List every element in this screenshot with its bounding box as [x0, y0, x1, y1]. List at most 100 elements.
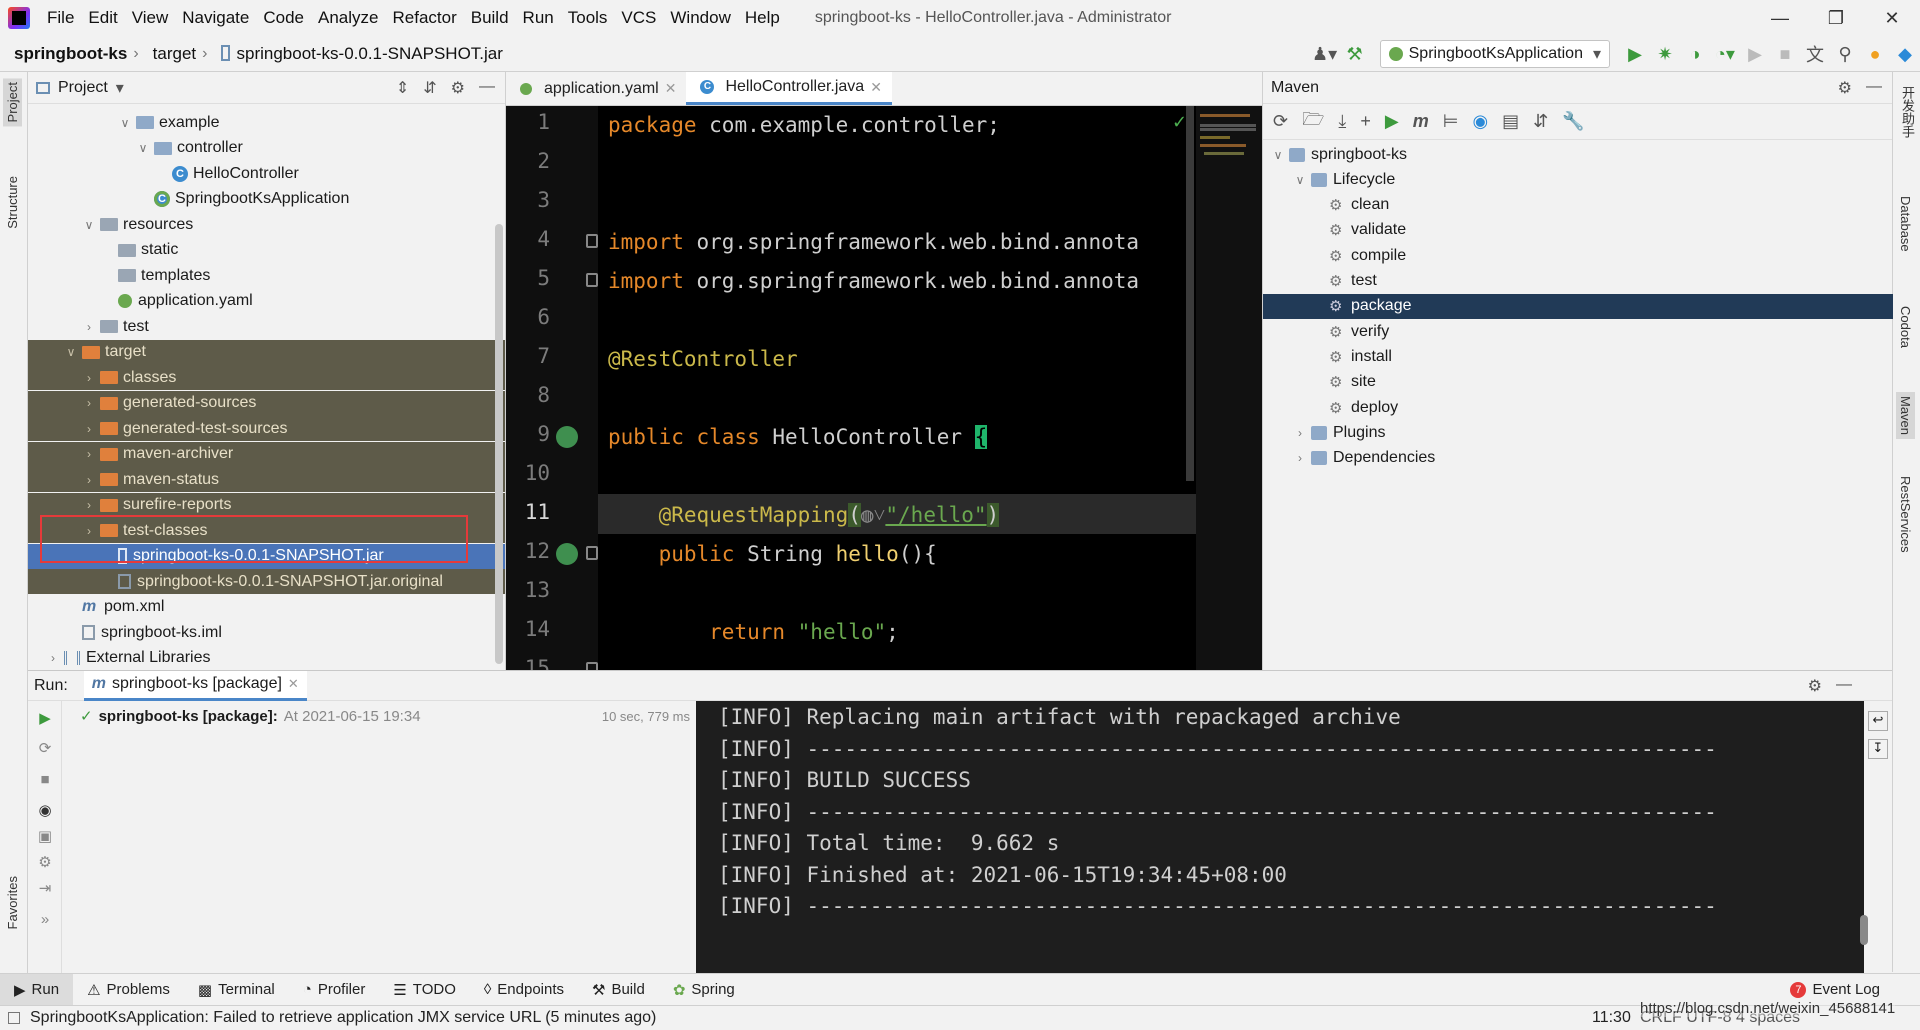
- menu-refactor[interactable]: Refactor: [385, 8, 463, 28]
- tab-application-yaml[interactable]: application.yaml ✕: [506, 72, 686, 105]
- chevron-down-icon[interactable]: ∨: [118, 116, 132, 130]
- chevron-right-icon[interactable]: ›: [1293, 426, 1307, 440]
- line-number[interactable]: 8: [506, 383, 550, 407]
- chevron-down-icon[interactable]: ▾: [116, 78, 124, 98]
- maven-phase-test[interactable]: ⚙ test: [1263, 269, 1893, 294]
- maven-phase-verify[interactable]: ⚙ verify: [1263, 319, 1893, 344]
- tab-todo[interactable]: ☰ TODO: [379, 974, 470, 1006]
- minimize-button[interactable]: —: [1752, 0, 1808, 36]
- generate-sources-icon[interactable]: 🗁: [1302, 107, 1324, 137]
- menu-run[interactable]: Run: [516, 8, 561, 28]
- fold-marker-icon[interactable]: [586, 234, 598, 248]
- collapse-all-icon[interactable]: ⇵: [423, 78, 436, 98]
- tree-item-hellocontroller[interactable]: C HelloController: [28, 161, 505, 186]
- tree-item-external-libraries[interactable]: › External Libraries: [28, 646, 505, 671]
- line-number[interactable]: 3: [506, 188, 550, 212]
- status-square-icon[interactable]: [8, 1012, 20, 1024]
- chevron-right-icon[interactable]: ›: [82, 422, 96, 436]
- project-scrollbar[interactable]: [495, 224, 503, 664]
- maven-phase-install[interactable]: ⚙ install: [1263, 344, 1893, 369]
- execute-goal-icon[interactable]: m: [1413, 111, 1429, 132]
- line-number[interactable]: 2: [506, 149, 550, 173]
- fold-marker-icon[interactable]: [586, 546, 598, 560]
- run-maven-icon[interactable]: ▶: [1385, 111, 1399, 132]
- tree-item-templates[interactable]: templates: [28, 263, 505, 288]
- tab-structure[interactable]: Structure: [3, 172, 22, 233]
- tab-database[interactable]: Database: [1896, 192, 1915, 256]
- menu-window[interactable]: Window: [663, 8, 737, 28]
- chevron-right-icon[interactable]: ›: [82, 396, 96, 410]
- tree-item-maven-status[interactable]: › maven-status: [28, 467, 505, 492]
- search-icon[interactable]: ⚲: [1830, 39, 1860, 69]
- chevron-down-icon[interactable]: ∨: [82, 218, 96, 232]
- coverage-icon[interactable]: ◑: [1680, 39, 1710, 69]
- chevron-right-icon[interactable]: ›: [46, 651, 60, 665]
- run-config-select[interactable]: SpringbootKsApplication ▾: [1379, 40, 1610, 68]
- exit-icon[interactable]: ⇥: [36, 879, 54, 897]
- eye-icon[interactable]: ◉: [36, 801, 54, 819]
- project-panel-title[interactable]: Project: [58, 79, 108, 97]
- rerun-failed-icon[interactable]: ⟳: [36, 739, 54, 757]
- line-number[interactable]: 1: [506, 110, 550, 134]
- chevron-down-icon[interactable]: ∨: [64, 345, 78, 359]
- menu-edit[interactable]: Edit: [81, 8, 124, 28]
- maven-phase-clean[interactable]: ⚙ clean: [1263, 193, 1893, 218]
- menu-analyze[interactable]: Analyze: [311, 8, 385, 28]
- run-icon[interactable]: ▶: [1620, 39, 1650, 69]
- request-mapping-gutter-icon[interactable]: [556, 543, 578, 565]
- tree-item-springbootksapplication[interactable]: C SpringbootKsApplication: [28, 187, 505, 212]
- tab-build[interactable]: ⚒ Build: [578, 974, 659, 1006]
- translate-icon[interactable]: 文: [1800, 39, 1830, 69]
- cursor-position[interactable]: 11:30: [1592, 1009, 1631, 1027]
- close-icon[interactable]: ✕: [288, 676, 299, 692]
- line-number[interactable]: 10: [506, 461, 550, 485]
- line-number[interactable]: 9: [506, 422, 550, 446]
- tab-dev-assistant[interactable]: 开发助手: [1896, 82, 1919, 142]
- breadcrumb-folder[interactable]: target: [139, 44, 196, 64]
- resume-icon[interactable]: ▶: [1740, 39, 1770, 69]
- tab-spring[interactable]: ✿ Spring: [659, 974, 749, 1006]
- line-number[interactable]: 6: [506, 305, 550, 329]
- menu-view[interactable]: View: [125, 8, 176, 28]
- breadcrumb-project[interactable]: springboot-ks: [0, 44, 127, 64]
- tree-item-static[interactable]: static: [28, 238, 505, 263]
- console-scrollbar[interactable]: [1860, 915, 1868, 945]
- chevron-right-icon[interactable]: ›: [82, 473, 96, 487]
- maven-phase-validate[interactable]: ⚙ validate: [1263, 218, 1893, 243]
- chevron-right-icon[interactable]: ›: [82, 371, 96, 385]
- tab-hellocontroller-java[interactable]: C HelloController.java ✕: [686, 72, 892, 105]
- tree-item-surefire-reports[interactable]: › surefire-reports: [28, 492, 505, 518]
- debug-icon[interactable]: ✷: [1650, 39, 1680, 69]
- close-icon[interactable]: ✕: [665, 80, 677, 97]
- more-icon[interactable]: »: [36, 911, 54, 929]
- line-number[interactable]: 7: [506, 344, 550, 368]
- download-icon[interactable]: ⤓: [1338, 111, 1346, 132]
- chevron-right-icon[interactable]: ›: [1293, 451, 1307, 465]
- skip-tests-icon[interactable]: ◉: [1472, 111, 1488, 132]
- run-tab[interactable]: m springboot-ks [package] ✕: [83, 670, 307, 701]
- wrench-icon[interactable]: 🔧: [1562, 111, 1584, 132]
- chevron-right-icon[interactable]: ›: [82, 498, 96, 512]
- camera-icon[interactable]: ▣: [36, 827, 54, 845]
- jetbrains-toolbox-icon[interactable]: ◆: [1890, 39, 1920, 69]
- rerun-icon[interactable]: ▶: [36, 709, 54, 727]
- profiler-icon[interactable]: ◔▾: [1710, 39, 1740, 69]
- tab-restservices[interactable]: RestServices: [1896, 472, 1915, 557]
- tree-item-generated-test-sources[interactable]: › generated-test-sources: [28, 416, 505, 441]
- restore-button[interactable]: ❐: [1808, 0, 1864, 36]
- menu-code[interactable]: Code: [256, 8, 311, 28]
- line-number[interactable]: 14: [506, 617, 550, 641]
- menu-help[interactable]: Help: [738, 8, 787, 28]
- tree-item-classes[interactable]: › classes: [28, 365, 505, 390]
- run-tree-entry[interactable]: ✓ springboot-ks [package]: At 2021-06-15…: [80, 707, 421, 726]
- hide-icon[interactable]: —: [1866, 78, 1882, 98]
- tab-terminal[interactable]: ▩ Terminal: [184, 974, 289, 1006]
- code-minimap[interactable]: [1196, 106, 1262, 670]
- editor-scrollbar[interactable]: [1186, 106, 1194, 481]
- code-editor[interactable]: package com.example.controller; import o…: [598, 106, 1262, 670]
- tab-codota[interactable]: Codota: [1896, 302, 1915, 352]
- expand-all-icon[interactable]: ⇕: [396, 78, 409, 98]
- menu-tools[interactable]: Tools: [561, 8, 615, 28]
- maven-lifecycle[interactable]: ∨ Lifecycle: [1263, 167, 1893, 192]
- spring-bean-gutter-icon[interactable]: [556, 426, 578, 448]
